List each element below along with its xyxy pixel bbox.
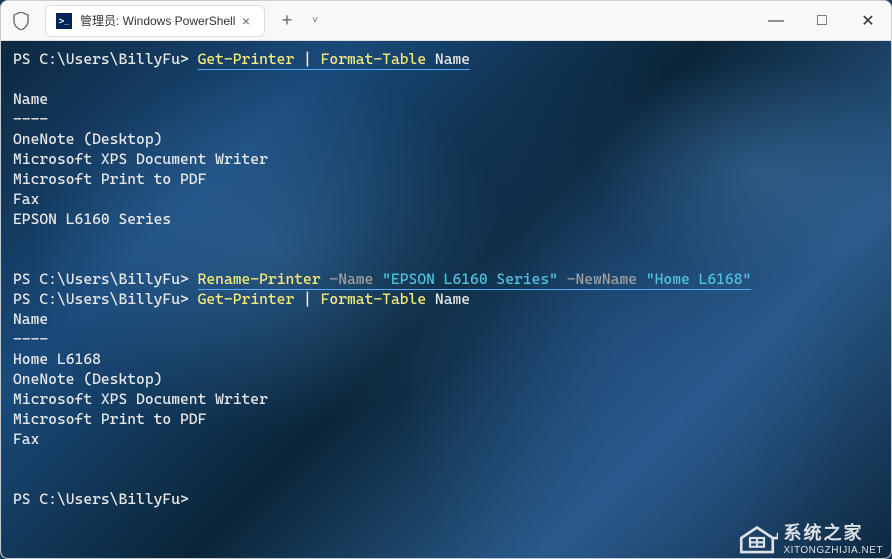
terminal-output-line: Fax	[13, 189, 879, 209]
watermark-text-cn: 系统之家	[784, 519, 884, 545]
terminal-output-line: ----	[13, 329, 879, 349]
terminal-output-line: Microsoft XPS Document Writer	[13, 389, 879, 409]
terminal-output-line: Name	[13, 309, 879, 329]
watermark-logo-icon	[736, 520, 778, 556]
tab-dropdown-button[interactable]: ˅	[303, 5, 327, 37]
terminal-command-line: PS C:\Users\BillyFu> Get-Printer | Forma…	[13, 49, 879, 69]
terminal-output-line: OneNote (Desktop)	[13, 129, 879, 149]
app-window: >_ 管理员: Windows PowerShell × + ˅ — □ ✕ P…	[0, 0, 892, 559]
terminal-line	[13, 449, 879, 469]
watermark-text-url: XITONGZHIJIA.NET	[784, 545, 884, 556]
terminal-line	[13, 249, 879, 269]
terminal-output-line: Name	[13, 89, 879, 109]
terminal-prompt-line: PS C:\Users\BillyFu>	[13, 489, 879, 509]
shield-icon	[11, 11, 31, 31]
tab-close-button[interactable]: ×	[238, 13, 254, 29]
terminal-output-line: Microsoft Print to PDF	[13, 409, 879, 429]
terminal-output-line: EPSON L6160 Series	[13, 209, 879, 229]
maximize-button[interactable]: □	[799, 1, 845, 41]
terminal-output-line: Fax	[13, 429, 879, 449]
window-controls: — □ ✕	[753, 1, 891, 41]
new-tab-button[interactable]: +	[271, 5, 303, 37]
terminal-output-line: Home L6168	[13, 349, 879, 369]
terminal-content[interactable]: PS C:\Users\BillyFu> Get-Printer | Forma…	[1, 41, 891, 517]
terminal-output-line: Microsoft Print to PDF	[13, 169, 879, 189]
terminal-output-line: ----	[13, 109, 879, 129]
tab-title: 管理员: Windows PowerShell	[80, 12, 238, 29]
minimize-button[interactable]: —	[753, 1, 799, 41]
powershell-icon: >_	[56, 13, 72, 29]
titlebar[interactable]: >_ 管理员: Windows PowerShell × + ˅ — □ ✕	[1, 1, 891, 41]
terminal-line	[13, 229, 879, 249]
terminal-line	[13, 469, 879, 489]
terminal-command-line: PS C:\Users\BillyFu> Get-Printer | Forma…	[13, 289, 879, 309]
terminal-line	[13, 69, 879, 89]
terminal-output-line: OneNote (Desktop)	[13, 369, 879, 389]
terminal-output-line: Microsoft XPS Document Writer	[13, 149, 879, 169]
watermark: 系统之家 XITONGZHIJIA.NET	[736, 519, 884, 556]
close-button[interactable]: ✕	[845, 1, 891, 41]
terminal-area[interactable]: PS C:\Users\BillyFu> Get-Printer | Forma…	[1, 41, 891, 558]
tab-active[interactable]: >_ 管理员: Windows PowerShell ×	[45, 5, 265, 37]
terminal-command-line: PS C:\Users\BillyFu> Rename-Printer -Nam…	[13, 269, 879, 289]
